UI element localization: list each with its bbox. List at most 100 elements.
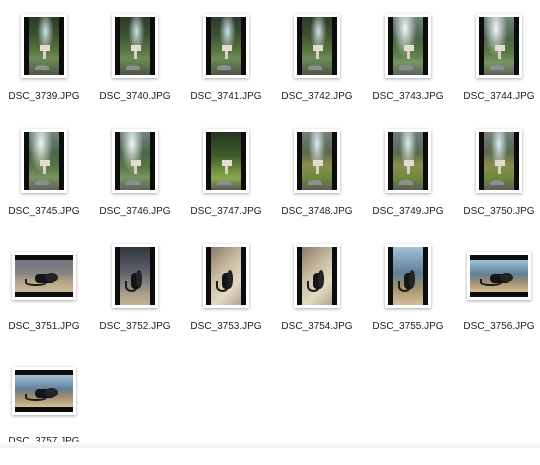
image-thumbnail[interactable]	[294, 14, 340, 78]
file-thumbnail-area[interactable]	[90, 5, 180, 87]
letterbox-bar	[241, 247, 246, 305]
photo-content	[15, 375, 73, 407]
image-thumbnail[interactable]	[12, 367, 76, 415]
file-item[interactable]: DSC_3748.JPG	[272, 120, 362, 235]
photo-detail-camera-lens	[135, 270, 143, 288]
file-item[interactable]: DSC_3749.JPG	[363, 120, 453, 235]
image-thumbnail[interactable]	[112, 244, 158, 308]
image-thumbnail[interactable]	[21, 129, 67, 193]
letterbox-bar	[206, 247, 211, 305]
letterbox-bar	[206, 132, 211, 190]
file-name-label[interactable]: DSC_3756.JPG	[454, 321, 540, 332]
file-item[interactable]: DSC_3745.JPG	[0, 120, 89, 235]
image-thumbnail[interactable]	[112, 14, 158, 78]
file-thumbnail-area[interactable]	[0, 350, 89, 432]
file-thumbnail-area[interactable]	[272, 120, 362, 202]
letterbox-bar	[332, 17, 337, 75]
file-thumbnail-area[interactable]	[0, 120, 89, 202]
image-thumbnail[interactable]	[385, 129, 431, 193]
file-thumbnail-area[interactable]	[454, 120, 540, 202]
image-thumbnail[interactable]	[203, 244, 249, 308]
file-name-label[interactable]: DSC_3748.JPG	[272, 206, 362, 217]
letterbox-bar	[15, 255, 73, 260]
photo-detail-camera-lens	[317, 270, 325, 288]
file-item[interactable]: DSC_3741.JPG	[181, 5, 271, 120]
file-thumbnail-area[interactable]	[454, 235, 540, 317]
letterbox-bar	[297, 132, 302, 190]
file-item[interactable]: DSC_3739.JPG	[0, 5, 89, 120]
image-thumbnail[interactable]	[112, 129, 158, 193]
image-thumbnail[interactable]	[467, 252, 531, 300]
image-thumbnail[interactable]	[12, 252, 76, 300]
file-thumbnail-area[interactable]	[363, 120, 453, 202]
file-name-label[interactable]: DSC_3745.JPG	[0, 206, 89, 217]
file-thumbnail-area[interactable]	[90, 235, 180, 317]
photo-content	[393, 247, 423, 305]
file-item[interactable]: DSC_3751.JPG	[0, 235, 89, 350]
file-item[interactable]: DSC_3742.JPG	[272, 5, 362, 120]
file-name-label[interactable]: DSC_3753.JPG	[181, 321, 271, 332]
letterbox-bar	[388, 247, 393, 305]
image-thumbnail[interactable]	[385, 244, 431, 308]
image-thumbnail[interactable]	[203, 14, 249, 78]
file-name-label[interactable]: DSC_3754.JPG	[272, 321, 362, 332]
file-thumbnail-area[interactable]	[454, 5, 540, 87]
file-name-label[interactable]: DSC_3749.JPG	[363, 206, 453, 217]
file-item[interactable]: DSC_3750.JPG	[454, 120, 540, 235]
image-thumbnail[interactable]	[21, 14, 67, 78]
letterbox-bar	[514, 132, 519, 190]
photo-detail-sign	[495, 159, 506, 166]
file-name-label[interactable]: DSC_3747.JPG	[181, 206, 271, 217]
file-thumbnail-area[interactable]	[181, 120, 271, 202]
image-thumbnail[interactable]	[476, 129, 522, 193]
file-name-label[interactable]: DSC_3751.JPG	[0, 321, 89, 332]
file-thumbnail-area[interactable]	[272, 235, 362, 317]
letterbox-bar	[241, 17, 246, 75]
image-thumbnail[interactable]	[294, 244, 340, 308]
photo-content	[29, 17, 59, 75]
file-item[interactable]: DSC_3743.JPG	[363, 5, 453, 120]
file-thumbnail-area[interactable]	[0, 5, 89, 87]
file-name-label[interactable]: DSC_3740.JPG	[90, 91, 180, 102]
file-item[interactable]: DSC_3756.JPG	[454, 235, 540, 350]
photo-content	[470, 260, 528, 292]
photo-detail-camera-lens	[45, 387, 58, 398]
file-item[interactable]: DSC_3752.JPG	[90, 235, 180, 350]
file-item[interactable]: DSC_3744.JPG	[454, 5, 540, 120]
file-thumbnail-area[interactable]	[181, 5, 271, 87]
file-thumbnail-area[interactable]	[272, 5, 362, 87]
file-name-label[interactable]: DSC_3741.JPG	[181, 91, 271, 102]
image-thumbnail[interactable]	[203, 129, 249, 193]
file-item[interactable]: DSC_3740.JPG	[90, 5, 180, 120]
file-item[interactable]: DSC_3753.JPG	[181, 235, 271, 350]
file-thumbnail-area[interactable]	[181, 235, 271, 317]
photo-detail-path	[126, 64, 140, 71]
letterbox-bar	[332, 132, 337, 190]
file-thumbnail-area[interactable]	[0, 235, 89, 317]
file-name-label[interactable]: DSC_3752.JPG	[90, 321, 180, 332]
file-item[interactable]: DSC_3754.JPG	[272, 235, 362, 350]
letterbox-bar	[241, 132, 246, 190]
letterbox-bar	[115, 17, 120, 75]
letterbox-bar	[15, 407, 73, 412]
file-name-label[interactable]: DSC_3739.JPG	[0, 91, 89, 102]
file-name-label[interactable]: DSC_3742.JPG	[272, 91, 362, 102]
file-name-label[interactable]: DSC_3743.JPG	[363, 91, 453, 102]
letterbox-bar	[150, 132, 155, 190]
file-item[interactable]: DSC_3747.JPG	[181, 120, 271, 235]
photo-content	[302, 132, 332, 190]
file-thumbnail-area[interactable]	[90, 120, 180, 202]
file-item[interactable]: DSC_3746.JPG	[90, 120, 180, 235]
file-name-label[interactable]: DSC_3755.JPG	[363, 321, 453, 332]
file-thumbnail-area[interactable]	[363, 235, 453, 317]
image-thumbnail[interactable]	[294, 129, 340, 193]
file-name-label[interactable]: DSC_3744.JPG	[454, 91, 540, 102]
image-thumbnail[interactable]	[476, 14, 522, 78]
photo-content	[393, 17, 423, 75]
file-name-label[interactable]: DSC_3746.JPG	[90, 206, 180, 217]
image-thumbnail[interactable]	[385, 14, 431, 78]
file-item[interactable]: DSC_3755.JPG	[363, 235, 453, 350]
file-thumbnail-area[interactable]	[363, 5, 453, 87]
photo-detail-path	[217, 64, 231, 71]
file-name-label[interactable]: DSC_3750.JPG	[454, 206, 540, 217]
